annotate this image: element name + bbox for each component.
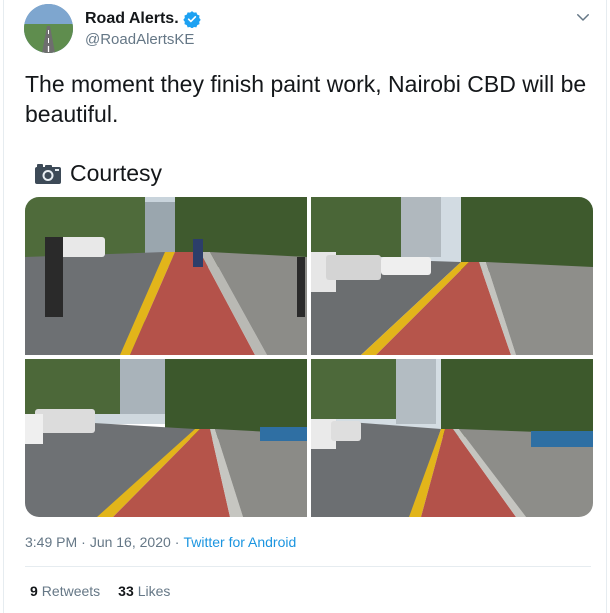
author-handle[interactable]: @RoadAlertsKE: [85, 31, 194, 48]
divider: [25, 566, 591, 567]
tweet-text: The moment they finish paint work, Nairo…: [25, 71, 587, 127]
photo-grid: [25, 197, 593, 517]
retweets-count: 9: [30, 583, 38, 599]
meta-separator: ·: [81, 534, 86, 550]
tweet-time[interactable]: 3:49 PM: [25, 534, 77, 550]
tweet-date[interactable]: Jun 16, 2020: [90, 534, 171, 550]
courtesy-line: Courtesy: [34, 160, 162, 187]
meta-separator: ·: [174, 534, 180, 550]
author-name-row[interactable]: Road Alerts.: [85, 10, 201, 28]
retweets-stat[interactable]: 9 Retweets: [30, 583, 100, 599]
likes-count: 33: [118, 583, 134, 599]
avatar[interactable]: [24, 4, 73, 53]
author-name[interactable]: Road Alerts.: [85, 10, 179, 28]
street-photo-2[interactable]: [311, 197, 593, 355]
camera-icon: [35, 163, 61, 184]
retweets-label: Retweets: [41, 583, 101, 599]
chevron-down-icon[interactable]: [574, 8, 592, 26]
likes-label: Likes: [137, 583, 171, 599]
tweet-meta: 3:49 PM · Jun 16, 2020 · Twitter for And…: [25, 534, 296, 550]
tweet-card: Road Alerts. @RoadAlertsKE The moment th…: [3, 0, 607, 613]
tweet-source-link[interactable]: Twitter for Android: [183, 534, 296, 550]
tweet-stats: 9 Retweets 33 Likes: [30, 583, 170, 599]
street-photo-4[interactable]: [311, 359, 593, 517]
street-photo-3[interactable]: [25, 359, 307, 517]
likes-stat[interactable]: 33 Likes: [118, 583, 170, 599]
street-photo-1[interactable]: [25, 197, 307, 355]
avatar-road-image: [24, 4, 73, 53]
courtesy-label: Courtesy: [70, 160, 163, 186]
verified-badge-icon: [182, 11, 201, 28]
